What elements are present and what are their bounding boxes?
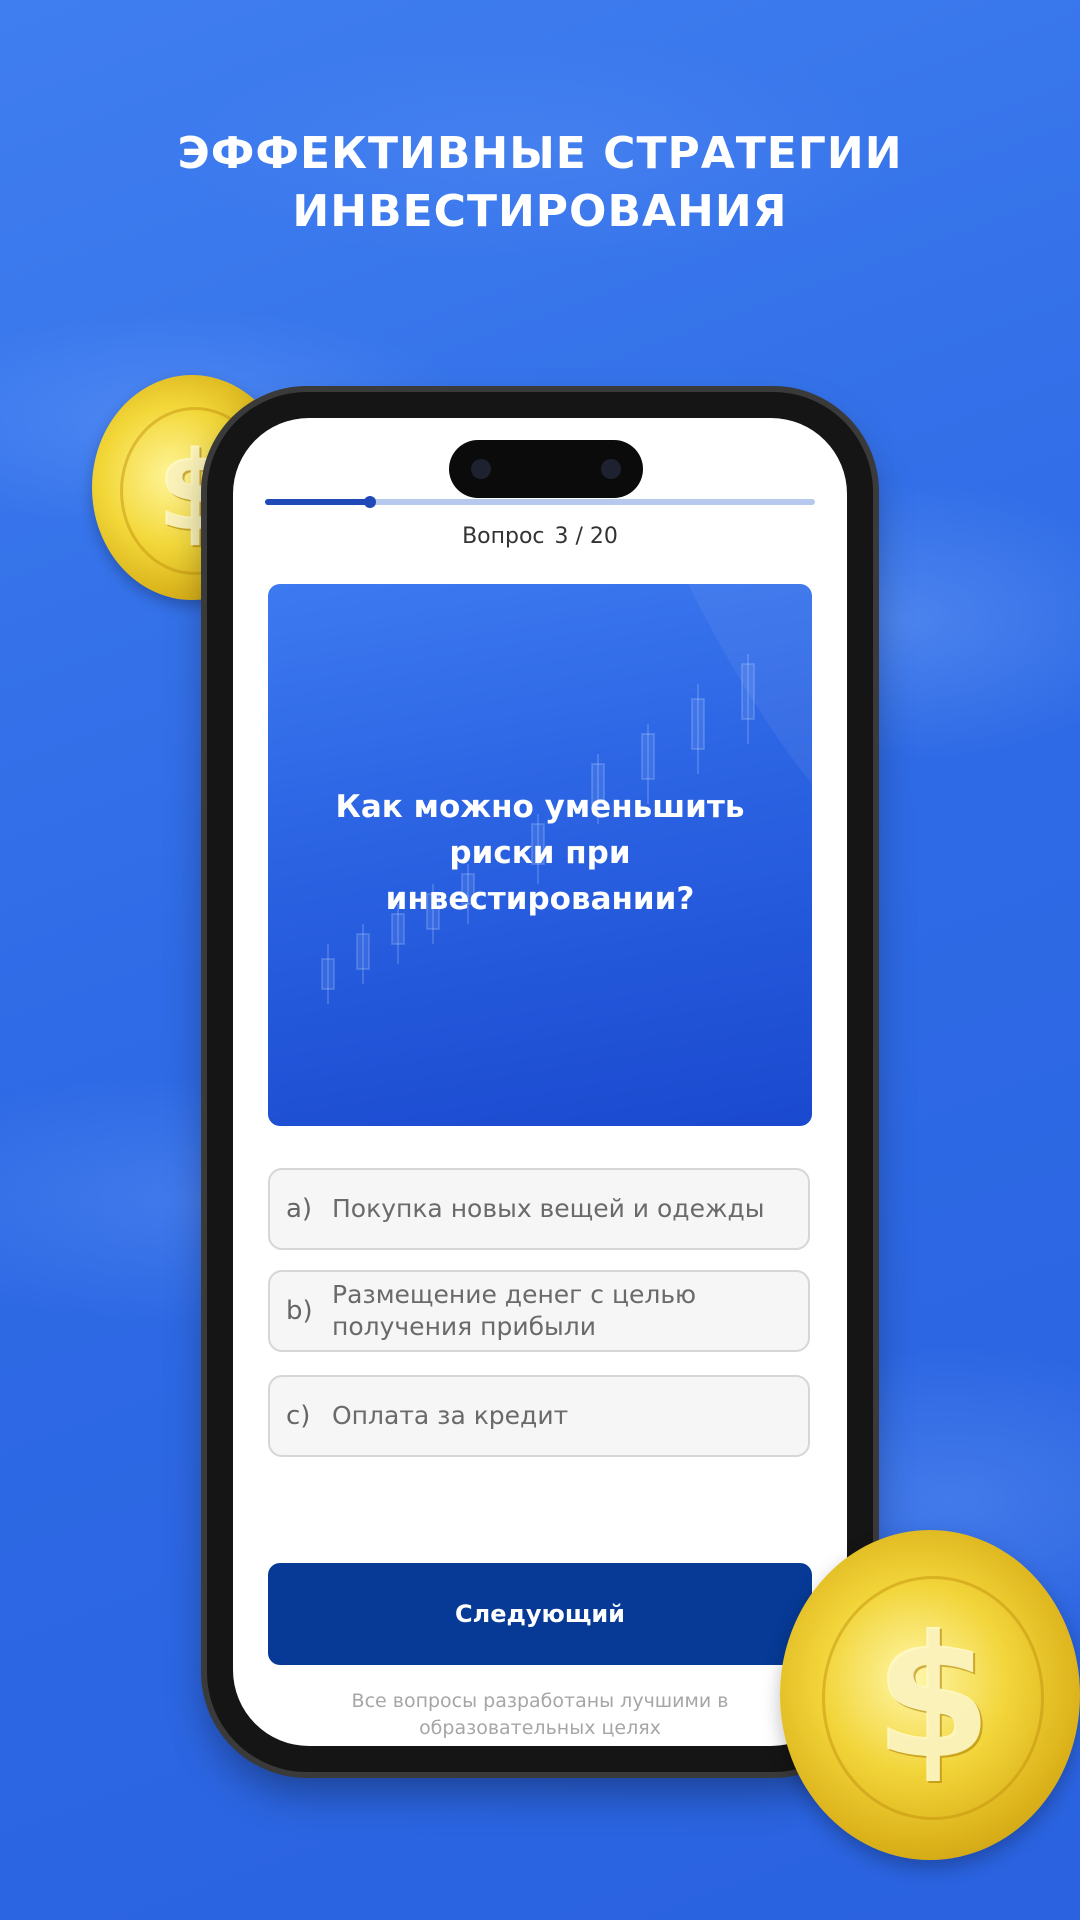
question-counter-label: Вопрос [462,524,545,549]
dynamic-island [449,440,643,498]
sensor-icon [601,459,621,479]
question-card: Как можно уменьшить риски при инвестиров… [268,584,812,1126]
quiz-progress-bar [265,496,815,508]
phone-screen: Вопрос 3 / 20 Как можно уменьшить риски … [233,418,847,1746]
promo-headline: ЭФФЕКТИВНЫЕ СТРАТЕГИИ ИНВЕСТИРОВАНИЯ [0,125,1080,241]
option-text: Покупка новых вещей и одежды [332,1194,765,1223]
option-key: a) [286,1194,313,1224]
dollar-coin-icon: $ [780,1530,1080,1860]
option-key: c) [286,1401,311,1431]
option-key: b) [286,1296,313,1326]
answer-option-c[interactable]: c) Оплата за кредит [268,1375,810,1457]
option-text: Оплата за кредит [332,1401,569,1430]
question-text: Как можно уменьшить риски при инвестиров… [335,789,745,917]
promo-headline-line2: ИНВЕСТИРОВАНИЯ [292,186,788,237]
dollar-sign-icon: $ [822,1576,1044,1820]
disclaimer-text: Все вопросы разработаны лучшими в образо… [351,1690,729,1739]
progress-knob [363,496,376,508]
answer-option-b[interactable]: b) Размещение денег с целью получения пр… [268,1270,810,1352]
next-button[interactable]: Следующий [268,1563,812,1665]
phone-mockup: Вопрос 3 / 20 Как можно уменьшить риски … [207,392,873,1772]
answer-option-a[interactable]: a) Покупка новых вещей и одежды [268,1168,810,1250]
camera-icon [471,459,491,479]
question-counter: Вопрос 3 / 20 [233,524,847,549]
option-text: Размещение денег с целью получения прибы… [332,1280,697,1341]
progress-fill [265,499,370,505]
promo-headline-line1: ЭФФЕКТИВНЫЕ СТРАТЕГИИ [177,128,903,179]
question-counter-value: 3 / 20 [554,524,618,549]
